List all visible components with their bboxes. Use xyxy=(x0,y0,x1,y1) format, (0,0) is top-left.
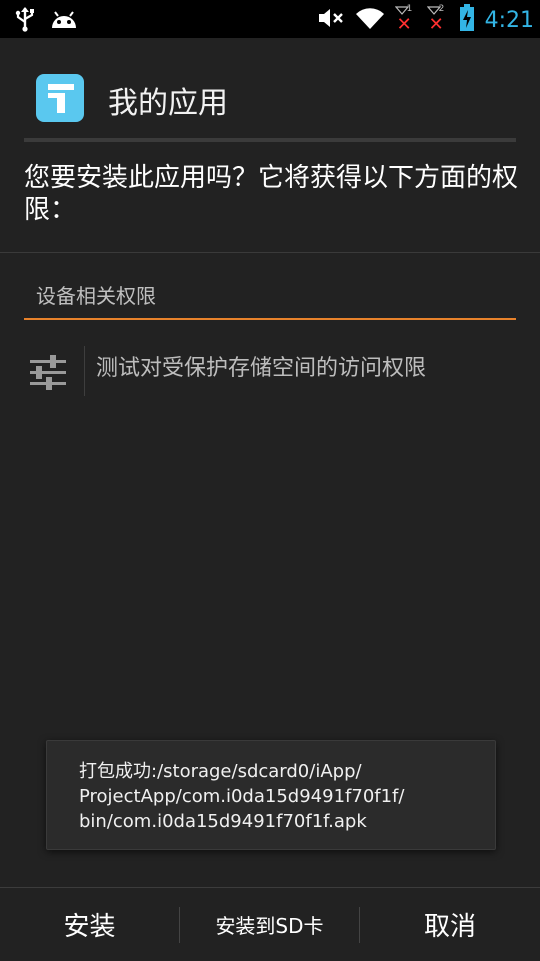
no-signal-x-icon: ✕ xyxy=(396,14,412,35)
mute-icon xyxy=(317,6,345,34)
toast-text: 打包成功:/storage/sdcard0/iApp/ ProjectApp/c… xyxy=(79,761,405,832)
install-button[interactable]: 安装 xyxy=(0,888,179,961)
signal-sim1-icon: 1 ✕ xyxy=(394,4,413,35)
permission-section-title: 设备相关权限 xyxy=(36,284,156,308)
divider xyxy=(0,252,540,253)
cancel-button[interactable]: 取消 xyxy=(360,888,540,961)
dialog-button-bar: 安装 安装到SD卡 取消 xyxy=(0,887,540,961)
section-divider xyxy=(24,318,516,320)
install-question: 您要安装此应用吗？它将获得以下方面的权限： xyxy=(24,163,519,225)
status-bar: 1 ✕ 2 ✕ 4:21 xyxy=(0,0,540,38)
app-icon xyxy=(36,74,84,122)
dialog-header: 我的应用 xyxy=(0,38,540,138)
usb-icon xyxy=(14,6,36,36)
header-divider xyxy=(24,138,516,142)
signal-sim2-icon: 2 ✕ xyxy=(426,4,445,35)
wifi-icon xyxy=(355,6,385,34)
permission-label: 测试对受保护存储空间的访问权限 xyxy=(96,356,427,381)
settings-sliders-icon xyxy=(28,352,68,392)
permission-item[interactable]: 测试对受保护存储空间的访问权限 xyxy=(24,340,516,400)
app-name: 我的应用 xyxy=(108,86,228,121)
toast-message: 打包成功:/storage/sdcard0/iApp/ ProjectApp/c… xyxy=(46,740,496,850)
install-to-sd-button[interactable]: 安装到SD卡 xyxy=(180,888,359,961)
no-signal-x-icon: ✕ xyxy=(428,14,444,35)
permission-icon-separator xyxy=(84,346,85,396)
android-debug-icon xyxy=(50,8,78,34)
battery-charging-icon xyxy=(459,4,475,36)
clock: 4:21 xyxy=(484,7,534,33)
